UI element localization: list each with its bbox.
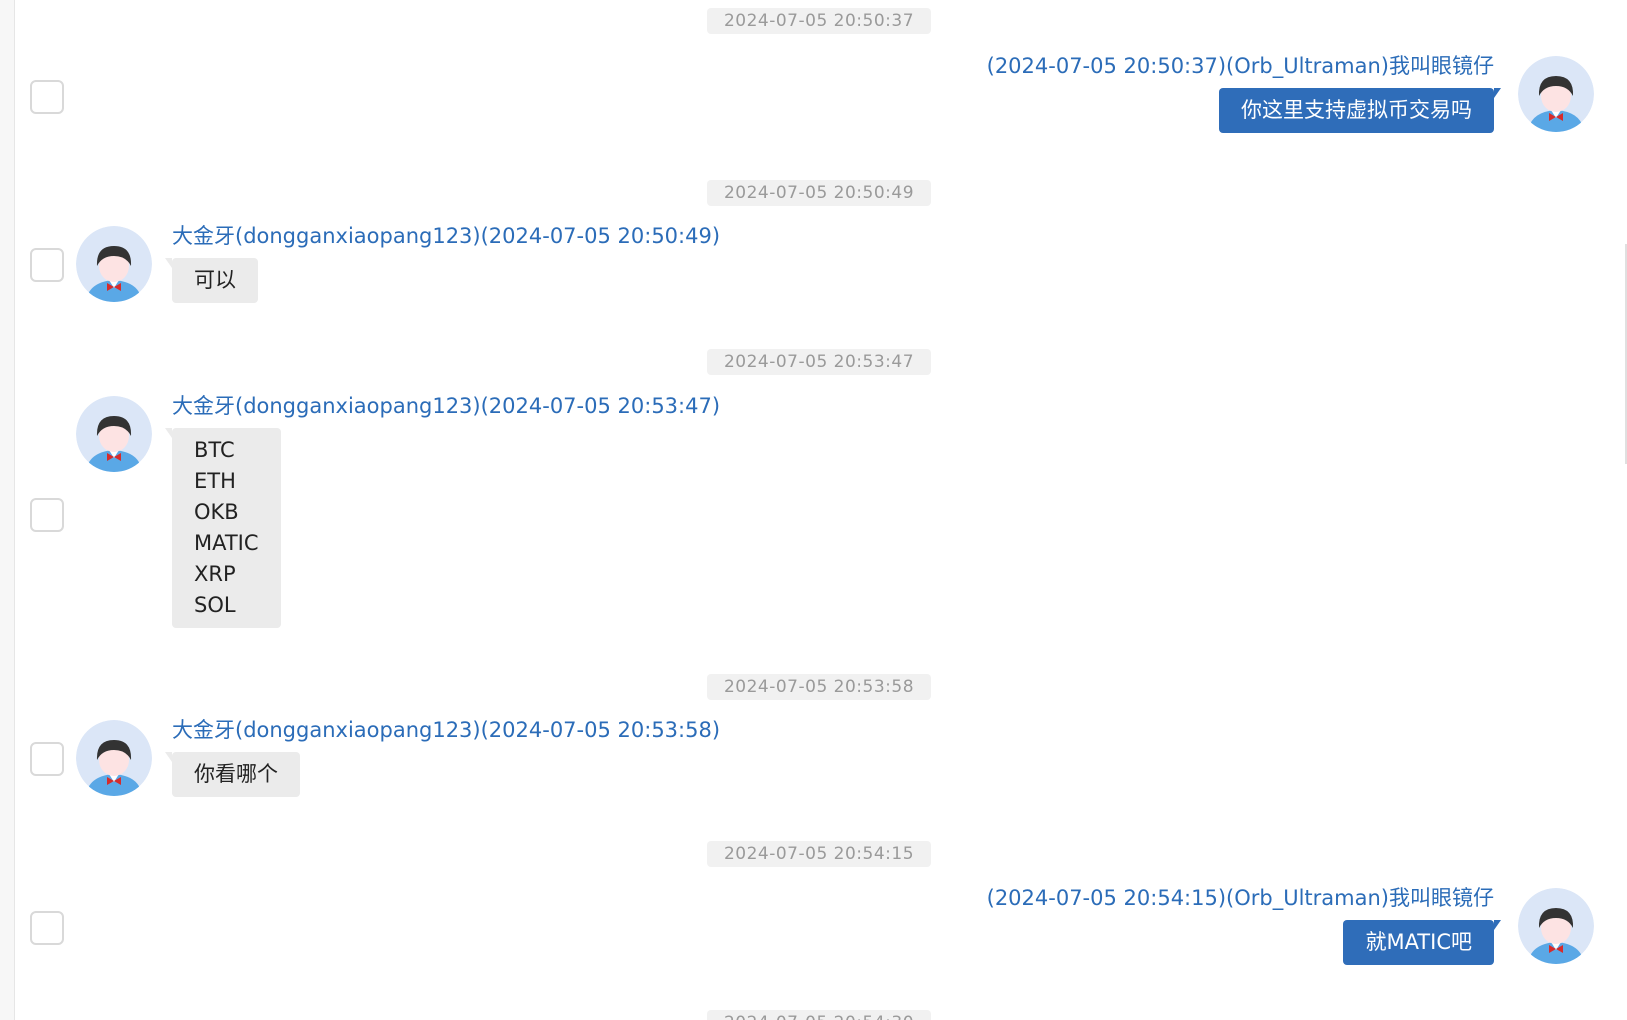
user-avatar-icon-graphic	[76, 226, 152, 302]
chat-window: 2024-07-05 20:50:37 (2024-07-05 20:50:37…	[0, 0, 1627, 1020]
user-avatar-icon-graphic	[1518, 56, 1594, 132]
message-bubble-incoming[interactable]: 你看哪个	[165, 752, 300, 797]
user-avatar-icon-graphic	[76, 396, 152, 472]
user-avatar-icon-graphic	[76, 720, 152, 796]
message-select-checkbox[interactable]	[30, 248, 64, 282]
timestamp-divider: 2024-07-05 20:50:49	[707, 180, 931, 206]
user-avatar-icon[interactable]	[76, 396, 152, 472]
message-bubble-outgoing[interactable]: 就MATIC吧	[1343, 920, 1501, 965]
message-select-checkbox[interactable]	[30, 498, 64, 532]
timestamp-divider: 2024-07-05 20:50:37	[707, 8, 931, 34]
timestamp-divider: 2024-07-05 20:54:15	[707, 841, 931, 867]
user-avatar-icon[interactable]	[76, 720, 152, 796]
sender-header: (2024-07-05 20:54:15)(Orb_Ultraman)我叫眼镜仔	[986, 886, 1494, 910]
message-select-checkbox[interactable]	[30, 80, 64, 114]
timestamp-divider: 2024-07-05 20:53:47	[707, 349, 931, 375]
message-select-checkbox[interactable]	[30, 911, 64, 945]
user-avatar-icon[interactable]	[1518, 56, 1594, 132]
timestamp-divider: 2024-07-05 20:53:58	[707, 674, 931, 700]
message-bubble-outgoing[interactable]: 你这里支持虚拟币交易吗	[1219, 88, 1501, 133]
sender-header: 大金牙(dongganxiaopang123)(2024-07-05 20:53…	[172, 394, 721, 418]
sender-header: 大金牙(dongganxiaopang123)(2024-07-05 20:53…	[172, 718, 721, 742]
message-select-checkbox[interactable]	[30, 742, 64, 776]
message-bubble-incoming[interactable]: BTC ETH OKB MATIC XRP SOL	[165, 428, 281, 628]
timestamp-divider: 2024-07-05 20:54:30	[707, 1010, 931, 1020]
user-avatar-icon[interactable]	[1518, 888, 1594, 964]
left-rail	[0, 0, 15, 1020]
sender-header: 大金牙(dongganxiaopang123)(2024-07-05 20:50…	[172, 224, 721, 248]
sender-header: (2024-07-05 20:50:37)(Orb_Ultraman)我叫眼镜仔	[986, 54, 1494, 78]
user-avatar-icon[interactable]	[76, 226, 152, 302]
user-avatar-icon-graphic	[1518, 888, 1594, 964]
message-bubble-incoming[interactable]: 可以	[165, 258, 258, 303]
